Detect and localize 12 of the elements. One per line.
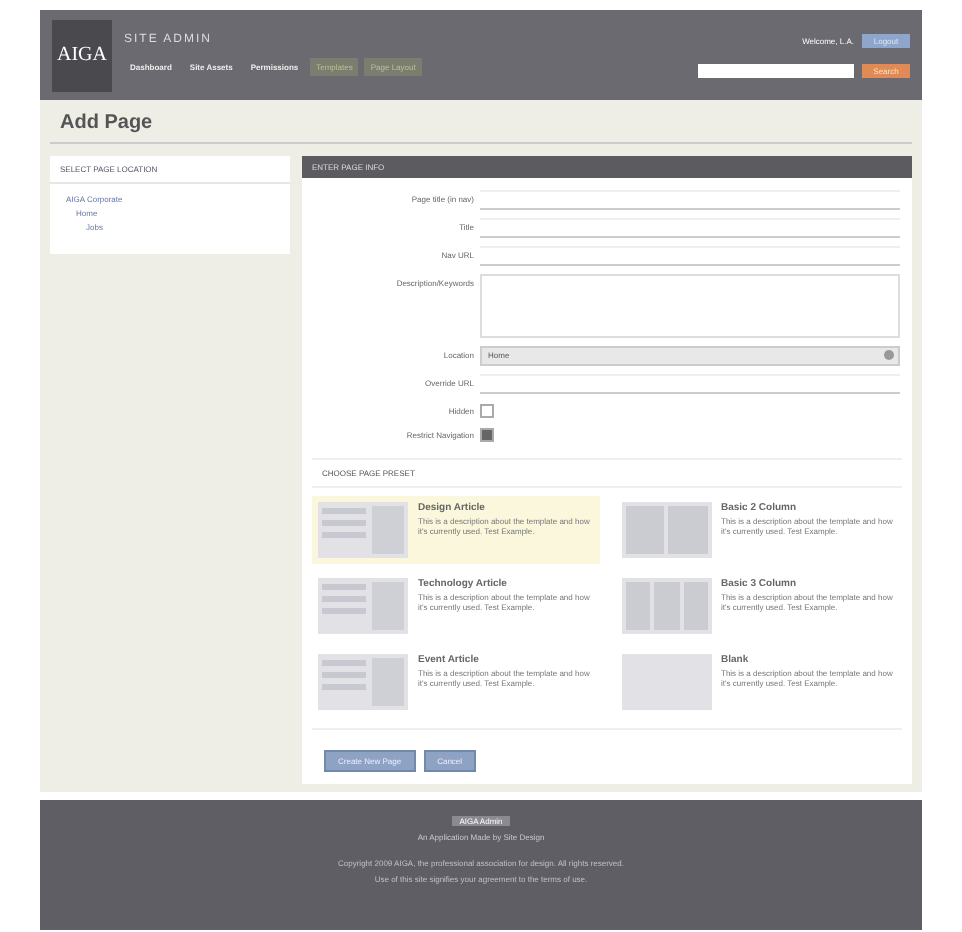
layout-thumbnail-icon <box>621 502 711 558</box>
layout-thumbnail-icon <box>318 578 408 634</box>
layout-thumbnail-icon <box>621 578 711 634</box>
logo[interactable]: AIGA <box>52 19 112 91</box>
layout-thumbnail-icon <box>318 502 408 558</box>
text-area[interactable] <box>480 274 900 338</box>
layout-thumbnail-icon <box>318 654 408 710</box>
layout-thumbnail-icon <box>621 654 711 710</box>
checkbox[interactable] <box>480 428 494 442</box>
search-field[interactable] <box>698 63 854 77</box>
checkbox[interactable] <box>480 404 494 418</box>
page-title: Add Page <box>50 108 912 144</box>
